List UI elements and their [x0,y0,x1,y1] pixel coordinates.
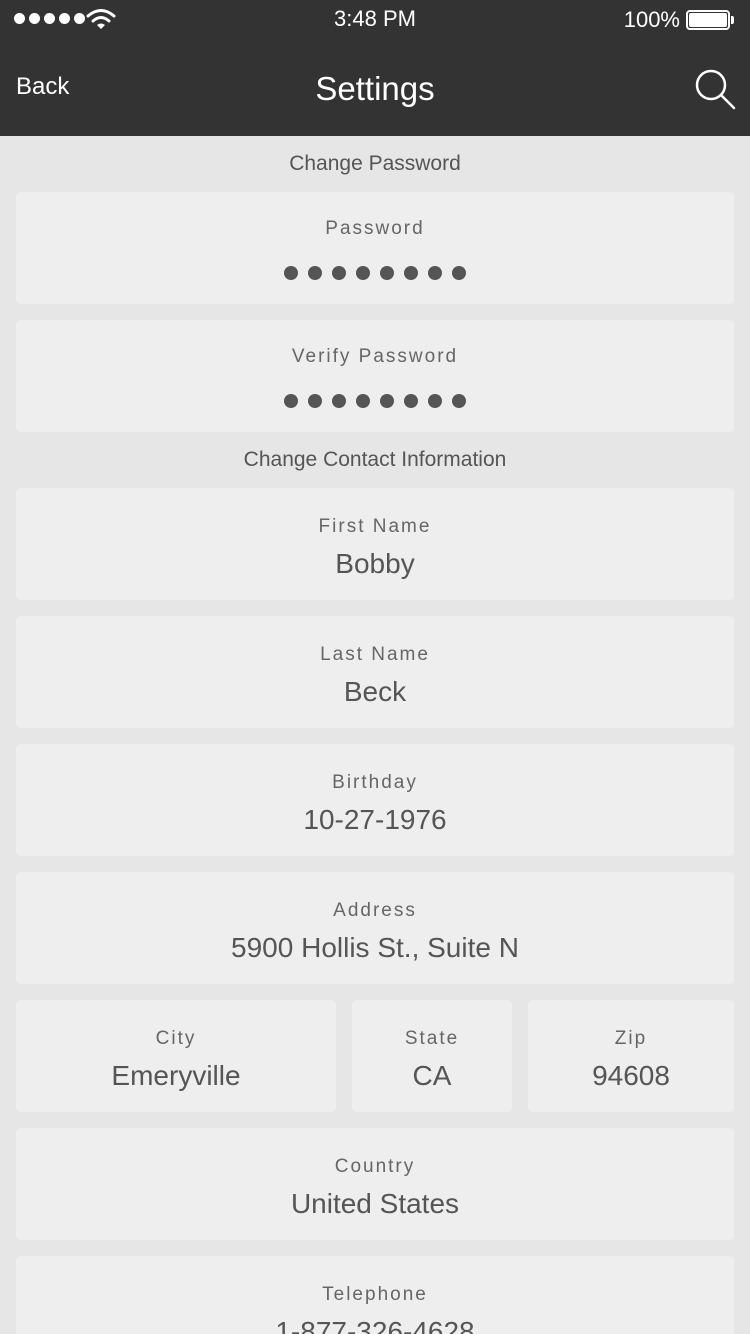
top-bar: 3:48 PM 100% Back Settings [0,0,750,136]
section-title-password: Change Password [289,152,461,175]
field-label: Birthday [332,772,418,793]
first-name-field[interactable]: First Name Bobby [16,488,734,600]
field-value: Beck [343,676,407,707]
field-value: Bobby [335,548,415,579]
field-label: Last Name [320,644,430,665]
country-field[interactable]: Country United States [16,1128,734,1240]
last-name-field[interactable]: Last Name Beck [16,616,734,728]
verify-password-field[interactable]: Verify Password [16,320,734,432]
field-value: Emeryville [111,1060,241,1091]
section-title-contact: Change Contact Information [243,448,507,471]
field-value: 5900 Hollis St., Suite N [231,932,519,963]
field-value: CA [412,1060,452,1091]
password-dots [16,266,734,280]
telephone-field[interactable]: Telephone 1-877-326-4628 [16,1256,734,1334]
birthday-field[interactable]: Birthday 10-27-1976 [16,744,734,856]
password-field[interactable]: Password [16,192,734,304]
address-field[interactable]: Address 5900 Hollis St., Suite N [16,872,734,984]
settings-screen: 3:48 PM 100% Back Settings Change Passwo… [0,0,750,1334]
field-label: Verify Password [291,346,459,367]
navigation-bar: Back Settings [0,40,750,136]
field-label: State [404,1028,460,1049]
field-label: Country [334,1156,416,1177]
field-value: 94608 [592,1060,670,1091]
field-label: First Name [318,516,432,537]
page-title: Settings [315,70,435,107]
city-field[interactable]: City Emeryville [16,1000,336,1112]
field-label: Password [325,218,425,239]
field-value: 10-27-1976 [303,804,447,835]
verify-password-dots [16,394,734,408]
field-label: Address [333,900,417,921]
status-bar: 3:48 PM 100% [0,0,750,40]
field-value: 1-877-326-4628 [275,1316,475,1334]
field-label: City [155,1028,197,1049]
field-label: Zip [614,1028,648,1049]
battery-percentage: 100% [623,7,680,32]
battery-icon [686,10,734,30]
zip-field[interactable]: Zip 94608 [528,1000,734,1112]
field-value: United States [290,1188,460,1219]
state-field[interactable]: State CA [352,1000,512,1112]
field-label: Telephone [322,1284,428,1305]
search-icon[interactable] [694,68,736,110]
